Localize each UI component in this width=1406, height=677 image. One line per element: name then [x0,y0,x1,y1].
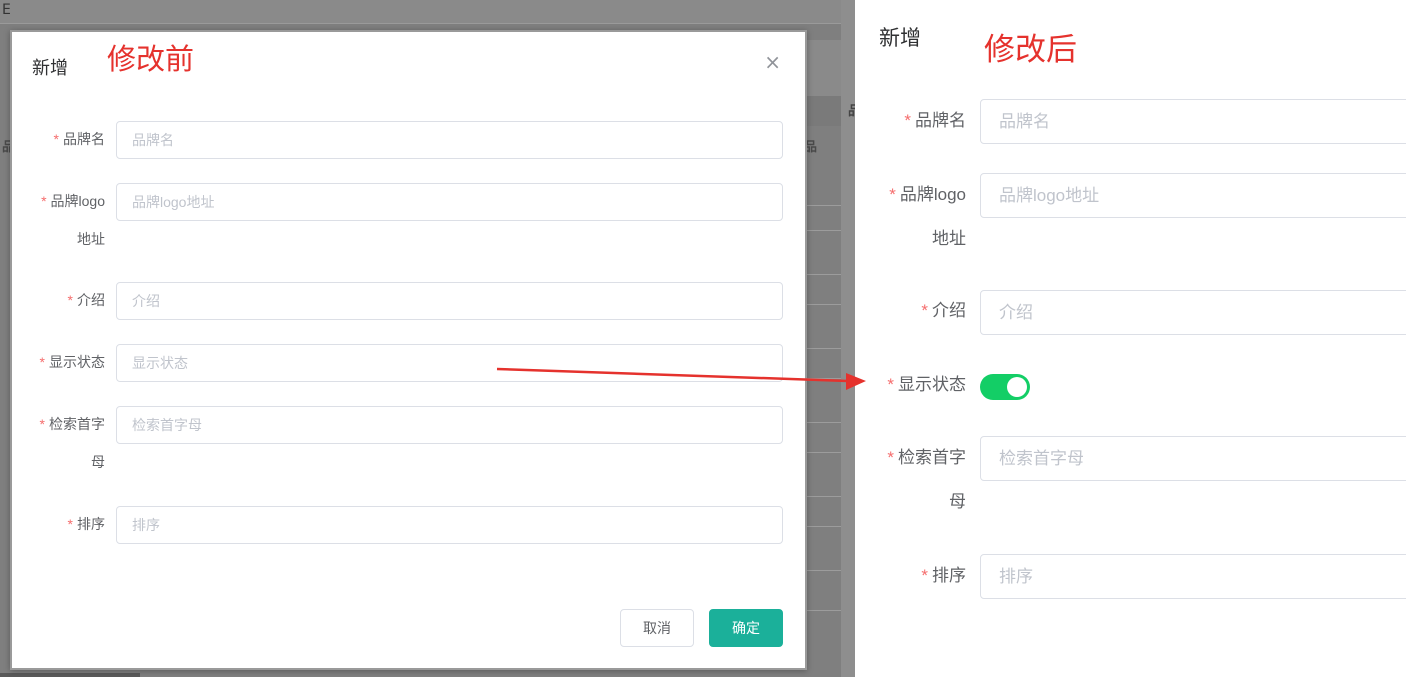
description-input[interactable] [980,290,1406,335]
description-label: * 介绍 [921,301,966,320]
dialog-title: 新增 [32,58,68,78]
first-letter-label-line2: 母 [91,454,105,470]
switch-knob [1007,377,1027,397]
sort-label: * 排序 [921,566,966,585]
brand-name-input[interactable] [980,99,1406,144]
brand-logo-input[interactable] [980,173,1406,218]
show-status-switch[interactable] [980,374,1030,400]
add-dialog-before: 新增 修改前 × *品牌名 *品牌logo 地址 *介绍 *显示状态 *检索首字… [10,30,807,670]
after-annotation: 修改后 [984,32,1077,67]
brand-logo-label: * 品牌logo [41,193,105,209]
first-letter-label: * 检索首字 [39,416,105,432]
background-topbar: E [0,0,848,24]
brand-logo-label: * 品牌logo [889,185,966,204]
first-letter-input[interactable] [116,406,783,444]
cancel-button[interactable]: 取消 [620,609,694,647]
close-icon[interactable]: × [764,52,781,72]
background-corner-text: E [2,2,11,18]
show-status-input[interactable] [116,344,783,382]
panel-divider: 品 [841,0,861,677]
confirm-button[interactable]: 确定 [709,609,783,647]
sort-input[interactable] [980,554,1406,599]
sort-input[interactable] [116,506,783,544]
dialog-title: 新增 [879,27,921,50]
brand-logo-input[interactable] [116,183,783,221]
sort-label: * 排序 [67,516,105,532]
brand-logo-label-line2: 地址 [932,229,966,248]
add-dialog-after: 新增 修改后 *品牌名 *品牌logo 地址 *介绍 *显示状态 *检索首字 母… [855,0,1406,677]
first-letter-label: * 检索首字 [887,448,966,467]
description-label: * 介绍 [67,292,105,308]
description-input[interactable] [116,282,783,320]
show-status-label: * 显示状态 [39,354,105,370]
brand-name-label: * 品牌名 [904,111,966,130]
before-annotation: 修改前 [107,44,195,76]
brand-name-input[interactable] [116,121,783,159]
brand-logo-label-line2: 地址 [77,231,105,247]
show-status-label: * 显示状态 [887,375,966,394]
background-scrollbar [0,673,140,677]
first-letter-input[interactable] [980,436,1406,481]
first-letter-label-line2: 母 [949,492,966,511]
brand-name-label: * 品牌名 [53,131,105,147]
